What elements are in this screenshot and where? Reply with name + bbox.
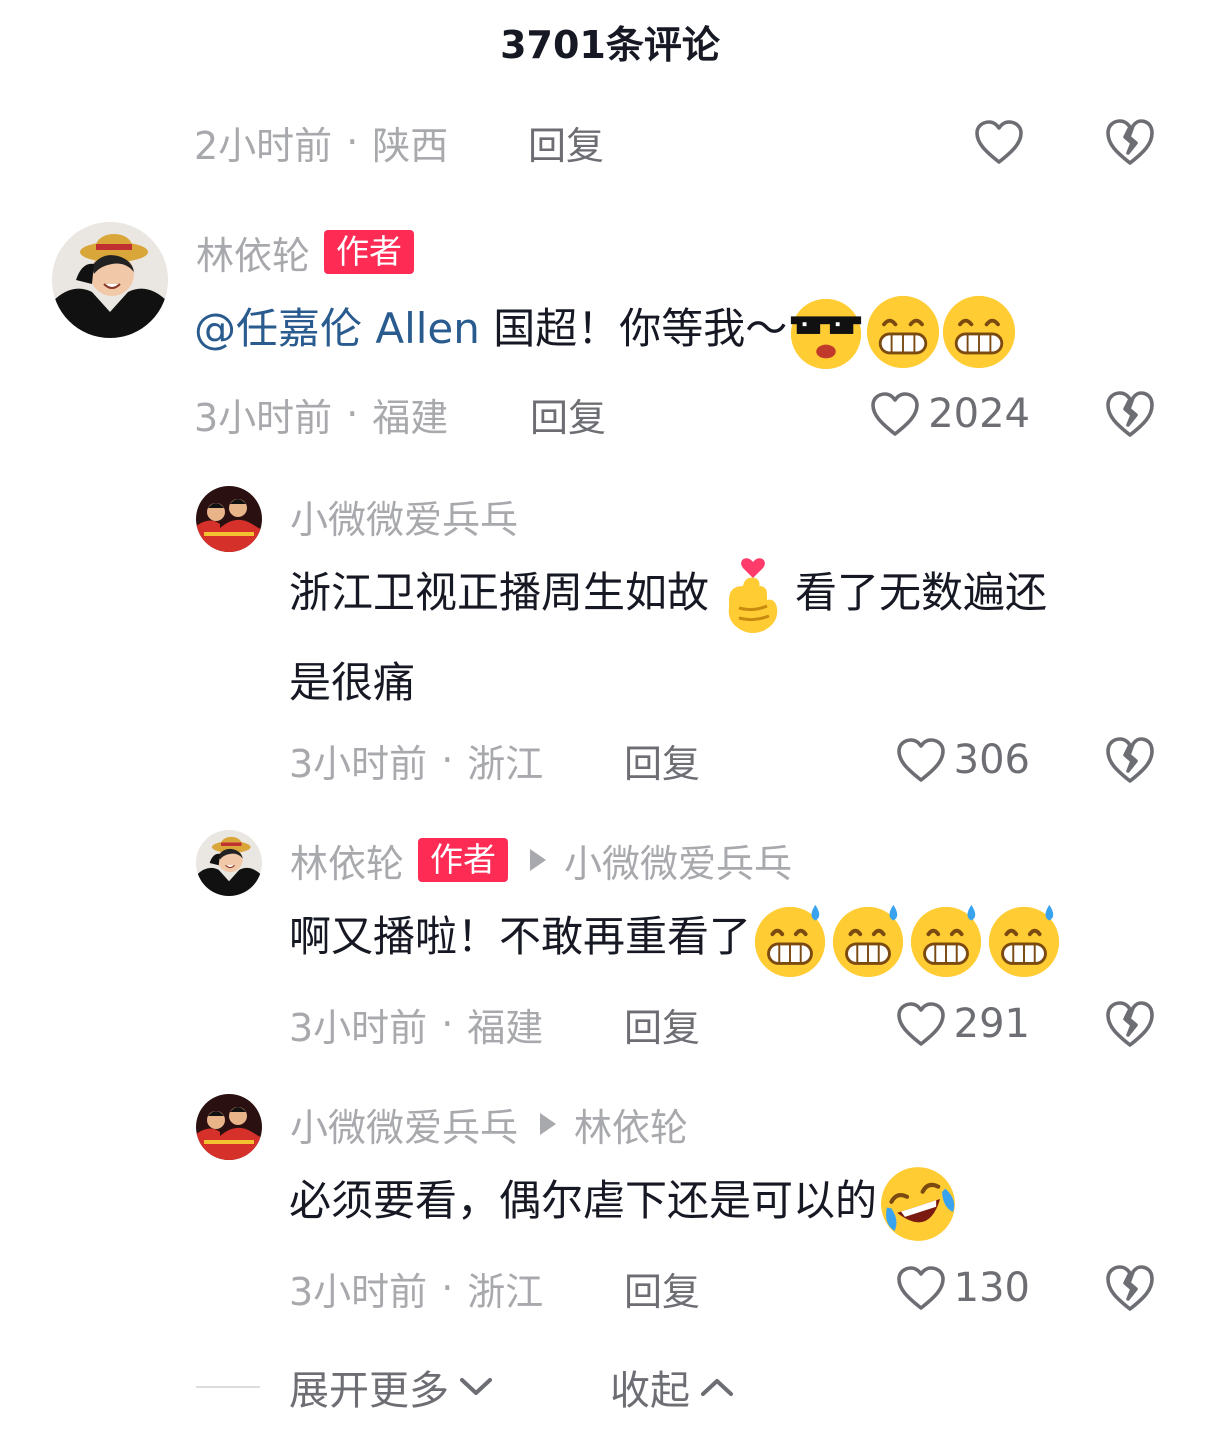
- meta-separator: ·: [346, 120, 359, 164]
- expand-more-button[interactable]: 展开更多: [289, 1358, 493, 1416]
- reply-to-username[interactable]: 小微微爱兵乓: [564, 833, 792, 888]
- comment-meta-top: 2小时前 · 陕西: [194, 112, 448, 172]
- like-count: 130: [953, 1265, 1030, 1311]
- meta-separator: ·: [441, 738, 454, 782]
- comment-body: 必须要看，偶尔虐下还是可以的: [289, 1176, 878, 1225]
- footer-divider: [196, 1386, 260, 1388]
- comment-text-reply-3: 必须要看，偶尔虐下还是可以的: [289, 1156, 959, 1246]
- avatar-reply-user[interactable]: [196, 486, 262, 552]
- finger-heart-emoji: [728, 557, 778, 633]
- comment-header-reply-3: 小微微爱兵乓 林依轮: [290, 1098, 688, 1150]
- crying-laughing-emoji: [881, 1166, 955, 1241]
- comment-meta-reply-3: 3小时前 · 浙江: [289, 1258, 543, 1318]
- like-count: 2024: [928, 391, 1030, 437]
- comment-text-reply-2: 啊又播啦！不敢再重看了: [289, 892, 1063, 982]
- comments-count-title: 3701条评论: [500, 23, 720, 67]
- chevron-up-icon: [701, 1379, 733, 1396]
- comment-location: 浙江: [467, 741, 544, 786]
- comment-header-author: 林依轮 作者: [196, 225, 415, 280]
- comment-text-reply-1: 浙江卫视正播周生如故 看了无数遍还: [289, 548, 1047, 638]
- author-badge: 作者: [418, 838, 509, 882]
- like-button[interactable]: 2024: [870, 384, 1030, 444]
- avatar-reply-user[interactable]: [196, 1094, 262, 1160]
- like-button[interactable]: 306: [896, 730, 1030, 790]
- grin-emoji: [941, 294, 1017, 370]
- heart-icon: [974, 119, 1024, 165]
- sweat-grin-emoji: [751, 901, 829, 979]
- username[interactable]: 小微微爱兵乓: [290, 489, 518, 544]
- comment-location: 陕西: [372, 123, 449, 168]
- comment-location: 福建: [467, 1005, 544, 1050]
- sweat-grin-emoji: [985, 901, 1063, 979]
- comment-meta-author: 3小时前 · 福建: [194, 384, 448, 444]
- meta-separator: ·: [441, 1002, 454, 1046]
- comment-body: 啊又播啦！不敢再重看了: [289, 912, 752, 961]
- meta-separator: ·: [346, 392, 359, 436]
- grin-emoji: [865, 294, 941, 370]
- heart-icon: [896, 1265, 946, 1311]
- sweat-grin-emoji: [907, 901, 985, 979]
- like-button[interactable]: 291: [896, 994, 1030, 1054]
- heart-icon: [870, 391, 920, 437]
- comment-meta-reply-2: 3小时前 · 福建: [289, 994, 543, 1054]
- comment-meta-reply-1: 3小时前 · 浙江: [289, 730, 543, 790]
- like-button[interactable]: [974, 112, 1032, 172]
- username[interactable]: 林依轮: [290, 833, 404, 888]
- username[interactable]: 小微微爱兵乓: [290, 1097, 518, 1152]
- dislike-icon[interactable]: [1104, 117, 1156, 167]
- comment-location: 福建: [372, 395, 449, 440]
- reply-button-wrapper: 回复: [530, 384, 606, 444]
- reply-button-wrapper: 回复: [624, 1258, 700, 1318]
- reply-button-wrapper: 回复: [624, 730, 700, 790]
- comment-time: 3小时前: [289, 741, 428, 786]
- comment-time: 3小时前: [289, 1269, 428, 1314]
- comment-text-reply-1-line2: 是很痛: [289, 638, 415, 728]
- comment-header-reply-1: 小微微爱兵乓: [290, 490, 518, 542]
- username[interactable]: 林依轮: [196, 225, 310, 280]
- comment-text-author: @任嘉伦 Allen 国超！你等我～: [194, 284, 1017, 374]
- reply-to-username[interactable]: 林依轮: [574, 1097, 688, 1152]
- reply-button[interactable]: 回复: [624, 1261, 700, 1316]
- dislike-icon[interactable]: [1104, 1263, 1156, 1313]
- avatar-author[interactable]: [52, 222, 168, 338]
- avatar-author[interactable]: [196, 830, 262, 896]
- chevron-down-icon: [460, 1378, 492, 1395]
- reply-button-wrapper: 回复: [624, 994, 700, 1054]
- dislike-icon[interactable]: [1104, 389, 1156, 439]
- comment-header-reply-2: 林依轮 作者 小微微爱兵乓: [290, 834, 792, 886]
- mention-link[interactable]: @任嘉伦 Allen: [194, 304, 480, 353]
- comment-time: 3小时前: [194, 395, 333, 440]
- reply-button[interactable]: 回复: [624, 733, 700, 788]
- reply-button-wrapper: 回复: [528, 112, 604, 172]
- reply-arrow-icon: [540, 1113, 557, 1135]
- dislike-icon[interactable]: [1104, 735, 1156, 785]
- meta-separator: ·: [441, 1266, 454, 1310]
- comment-location: 浙江: [467, 1269, 544, 1314]
- reply-arrow-icon: [530, 849, 547, 871]
- like-count: 306: [953, 737, 1030, 783]
- sweat-grin-emoji: [829, 901, 907, 979]
- heart-icon: [896, 1001, 946, 1047]
- reply-button[interactable]: 回复: [528, 115, 604, 170]
- reply-button[interactable]: 回复: [530, 387, 606, 442]
- reply-button[interactable]: 回复: [624, 997, 700, 1052]
- author-badge: 作者: [324, 230, 415, 274]
- comment-body: 国超！你等我～: [479, 304, 788, 353]
- comment-body: 浙江卫视正播周生如故: [289, 568, 710, 617]
- sunglasses-emoji: [791, 298, 862, 369]
- collapse-button[interactable]: 收起: [610, 1358, 734, 1416]
- comment-time: 2小时前: [194, 123, 333, 168]
- comment-time: 3小时前: [289, 1005, 428, 1050]
- collapse-label: 收起: [610, 1368, 690, 1414]
- like-count: 291: [953, 1001, 1030, 1047]
- heart-icon: [896, 737, 946, 783]
- like-button[interactable]: 130: [896, 1258, 1030, 1318]
- expand-more-label: 展开更多: [289, 1368, 449, 1414]
- comment-body: 是很痛: [289, 658, 416, 707]
- dislike-icon[interactable]: [1104, 999, 1156, 1049]
- comment-body: 看了无数遍还: [795, 568, 1048, 617]
